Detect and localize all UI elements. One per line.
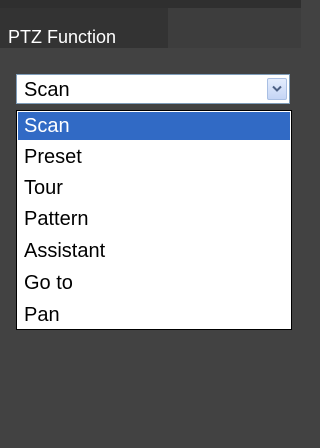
dropdown-list: Scan Preset Tour Pattern Assistant Go to… [16,110,292,330]
option-tour[interactable]: Tour [18,174,290,202]
ptz-panel: PTZ Function Scan Scan Preset Tour Patte… [0,0,301,448]
tab-label: PTZ Function [8,27,117,47]
option-assistant[interactable]: Assistant [18,237,290,265]
option-scan[interactable]: Scan [18,112,290,140]
top-bar [0,0,301,8]
tab-strip-spacer [168,8,301,48]
chevron-down-icon [272,85,282,92]
option-pan[interactable]: Pan [18,301,290,329]
ptz-function-select[interactable]: Scan [16,74,290,104]
option-go-to[interactable]: Go to [18,269,290,297]
select-current-value: Scan [24,79,70,101]
tab-ptz-function[interactable]: PTZ Function [0,8,168,48]
option-pattern[interactable]: Pattern [18,205,290,233]
option-preset[interactable]: Preset [18,143,290,171]
dropdown-toggle-button[interactable] [267,78,287,100]
